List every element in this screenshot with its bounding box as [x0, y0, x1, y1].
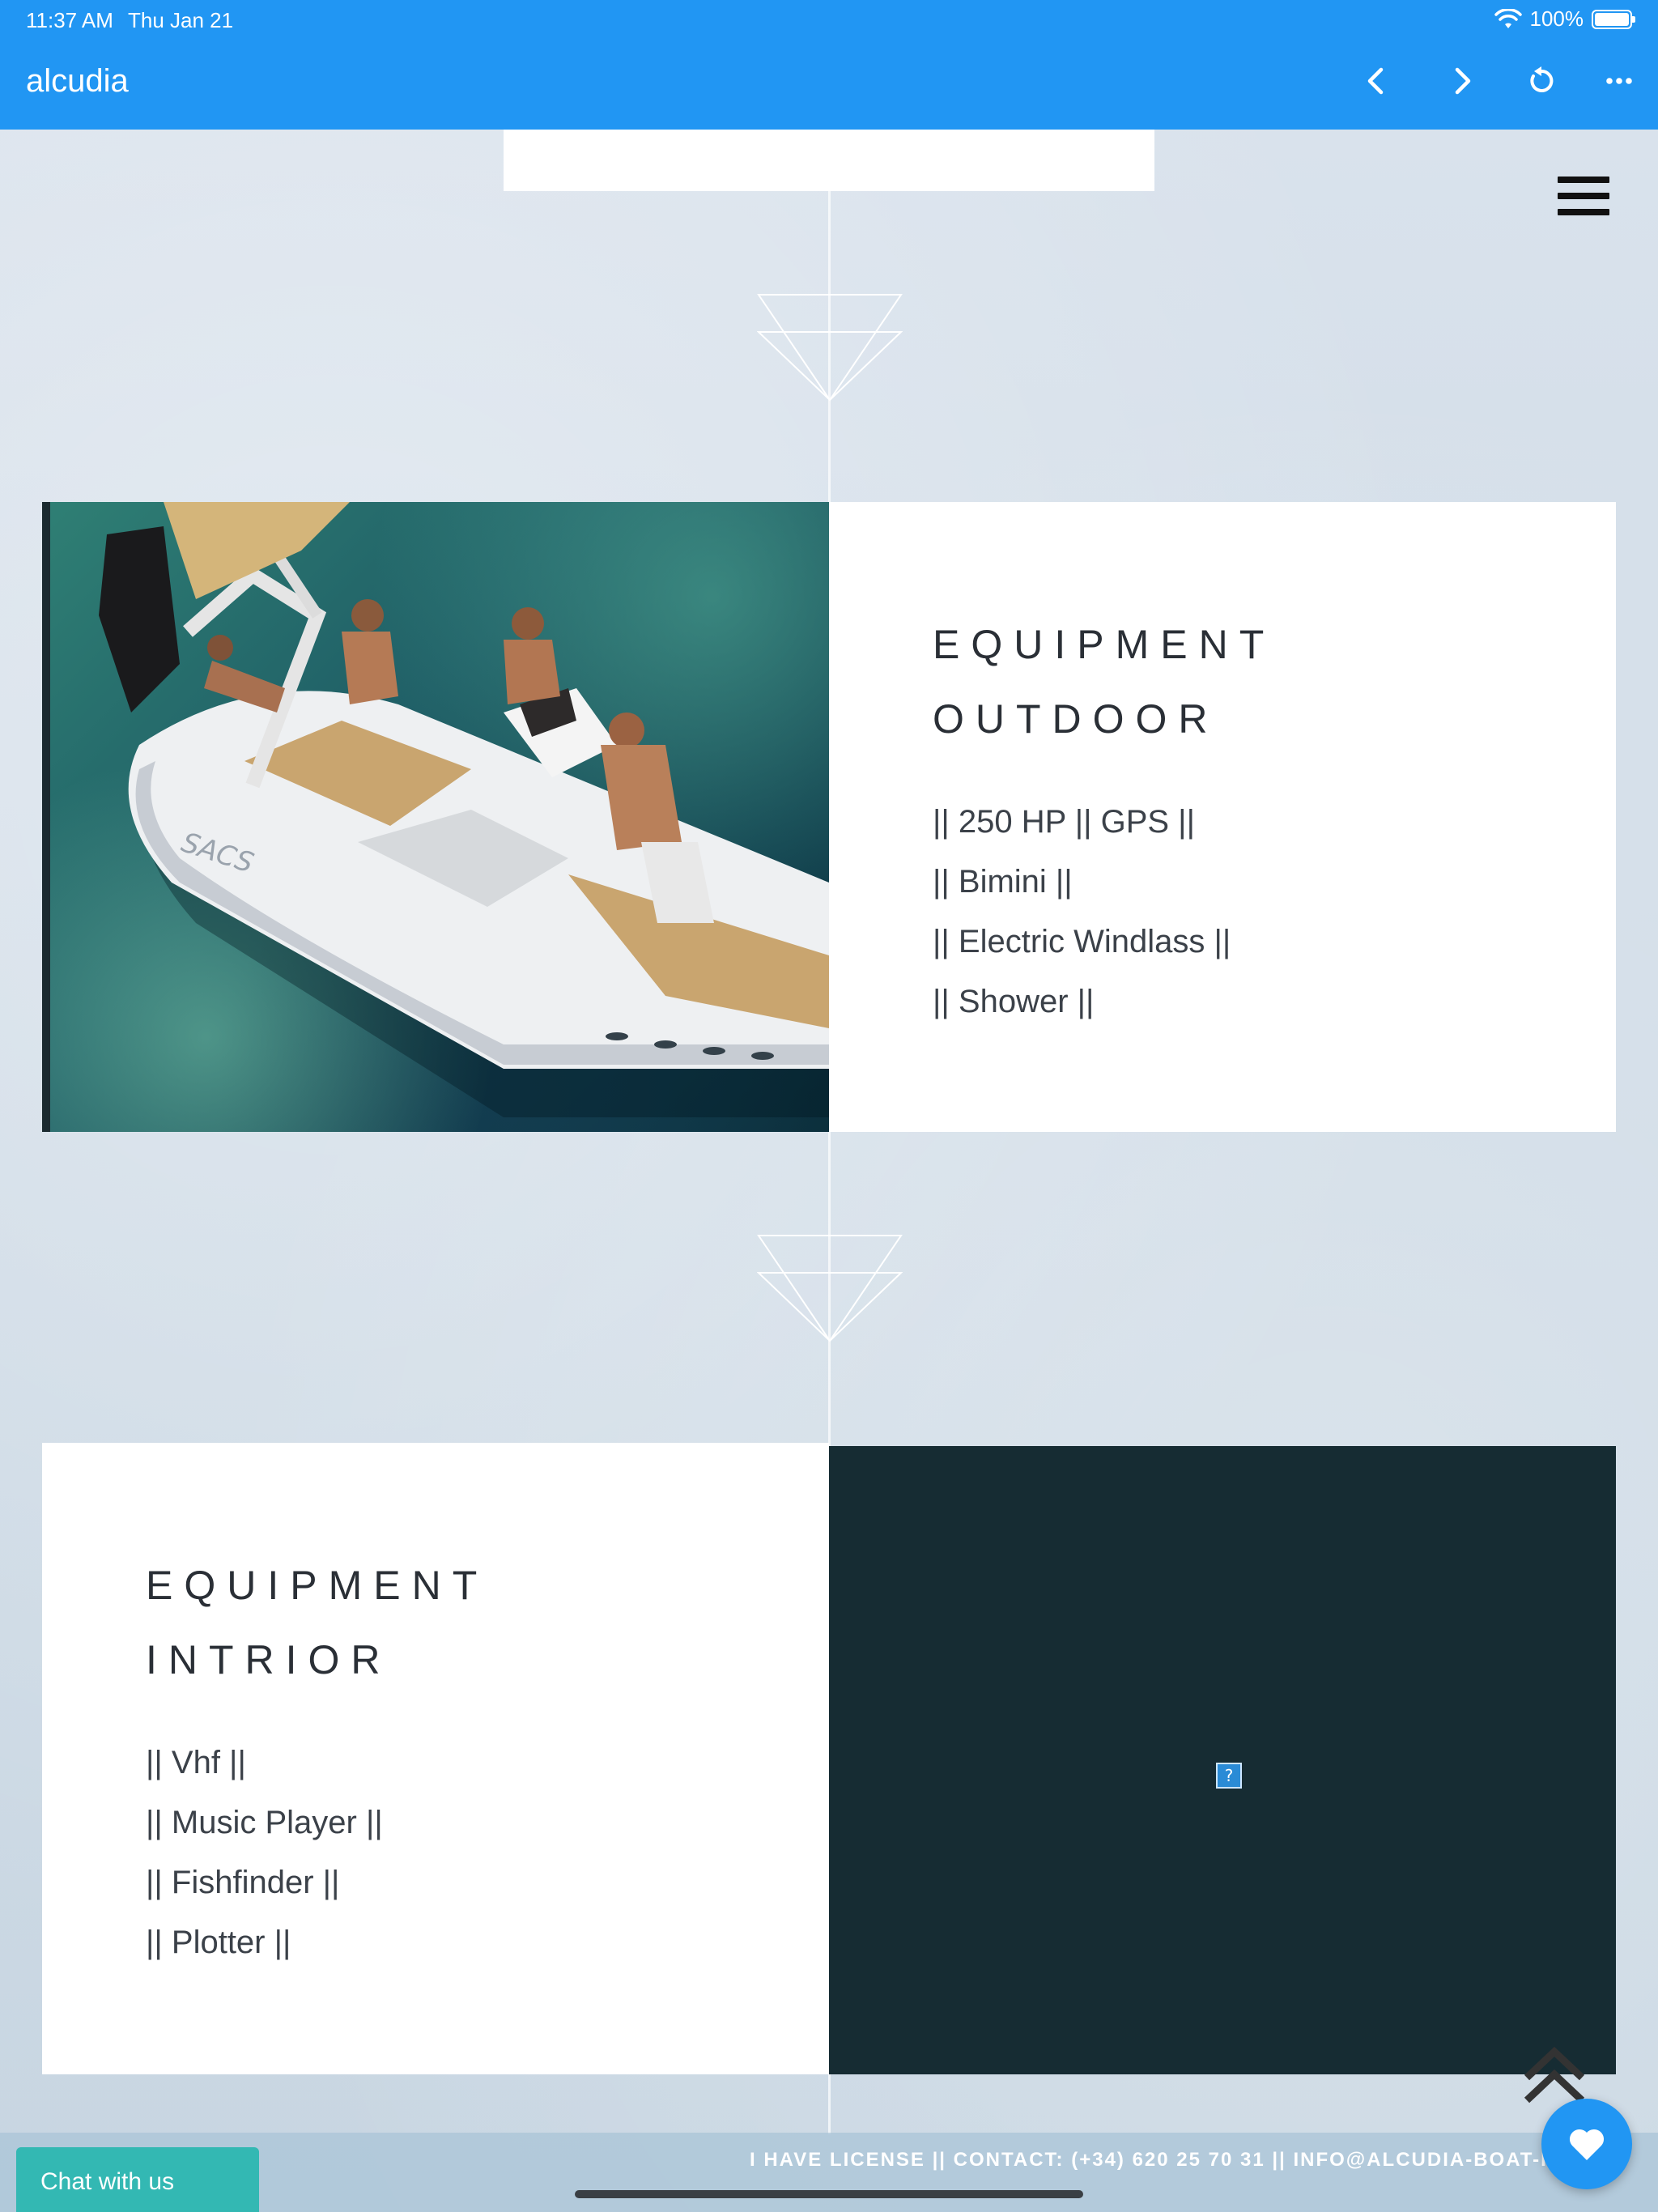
home-indicator[interactable] — [575, 2190, 1083, 2198]
boat-photo: SACS — [42, 502, 829, 1132]
battery-icon — [1592, 9, 1635, 29]
heart-icon — [1569, 2129, 1605, 2160]
interior-item: || Fishfinder || — [146, 1865, 340, 1900]
interior-heading-line1: EQUIPMENT — [146, 1563, 489, 1608]
outdoor-heading: EQUIPMENT OUTDOOR — [933, 607, 1275, 756]
outdoor-heading-line1: EQUIPMENT — [933, 622, 1276, 667]
triangle-divider-icon — [757, 1235, 903, 1342]
chat-button[interactable]: Chat with us — [16, 2147, 259, 2212]
battery-percent: 100% — [1529, 6, 1584, 31]
menu-button[interactable] — [1558, 177, 1609, 222]
status-indicators: 100% — [1494, 6, 1635, 32]
interior-item: || Vhf || — [146, 1745, 246, 1780]
reload-button[interactable] — [1517, 57, 1566, 105]
status-date: Thu Jan 21 — [128, 8, 234, 32]
outdoor-item: || 250 HP || GPS || — [933, 804, 1195, 840]
outdoor-item: || Shower || — [933, 984, 1095, 1019]
interior-item: || Music Player || — [146, 1805, 383, 1840]
outdoor-item: || Bimini || — [933, 864, 1073, 900]
scroll-top-button[interactable] — [1522, 2045, 1587, 2107]
reload-icon — [1530, 66, 1554, 92]
broken-image-icon: ? — [1216, 1763, 1242, 1789]
chevron-left-icon — [1367, 67, 1384, 95]
favorite-button[interactable] — [1541, 2099, 1632, 2189]
interior-equipment-panel: EQUIPMENT INTRIOR || Vhf || || Music Pla… — [42, 1443, 829, 2074]
top-banner — [504, 130, 1154, 191]
double-chevron-up-icon — [1524, 2046, 1585, 2104]
outdoor-equipment-panel: EQUIPMENT OUTDOOR || 250 HP || GPS || ||… — [829, 502, 1616, 1132]
interior-heading: EQUIPMENT INTRIOR — [146, 1548, 488, 1697]
hamburger-icon — [1558, 177, 1609, 215]
back-button[interactable] — [1352, 57, 1401, 105]
app-header: 11:37 AM Thu Jan 21 100% alcudia — [0, 0, 1658, 130]
forward-button[interactable] — [1438, 57, 1486, 105]
wifi-icon — [1494, 8, 1522, 28]
more-button[interactable] — [1595, 57, 1643, 105]
interior-image-placeholder — [829, 1446, 1616, 2074]
triangle-divider-icon — [757, 294, 903, 402]
more-icon — [1606, 78, 1632, 84]
chevron-right-icon — [1455, 67, 1471, 95]
status-time: 11:37 AM — [26, 8, 113, 32]
interior-list: || Vhf || || Music Player || || Fishfind… — [146, 1733, 383, 1972]
interior-item: || Plotter || — [146, 1925, 291, 1960]
app-title: alcudia — [26, 63, 129, 99]
interior-heading-line2: INTRIOR — [146, 1637, 392, 1682]
chat-button-label: Chat with us — [40, 2168, 175, 2195]
footer-contact-text: I HAVE LICENSE || CONTACT: (+34) 620 25 … — [750, 2149, 1608, 2171]
outdoor-heading-line2: OUTDOOR — [933, 696, 1219, 742]
outdoor-item: || Electric Windlass || — [933, 924, 1231, 959]
outdoor-list: || 250 HP || GPS || || Bimini || || Elec… — [933, 792, 1231, 1032]
